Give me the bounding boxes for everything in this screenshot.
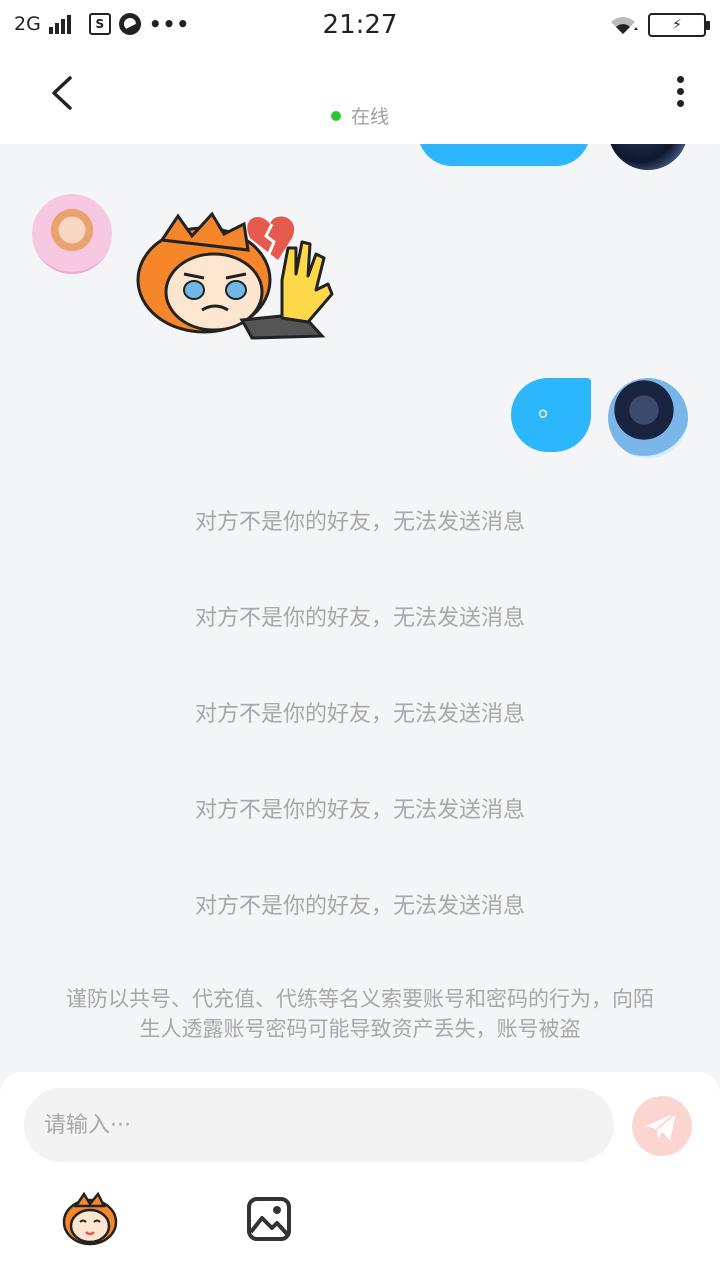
my-message-bubble[interactable]: 。 bbox=[511, 378, 591, 452]
system-notice: 对方不是你的好友，无法发送消息 bbox=[194, 510, 525, 535]
my-avatar[interactable] bbox=[608, 144, 688, 170]
status-right: ⚡ bbox=[608, 13, 710, 37]
system-notice: 对方不是你的好友，无法发送消息 bbox=[194, 702, 525, 727]
emoji-mascot-icon[interactable] bbox=[60, 1192, 120, 1246]
battery-icon: ⚡ bbox=[648, 13, 710, 37]
online-dot-icon bbox=[330, 110, 341, 121]
system-notice: 对方不是你的好友，无法发送消息 bbox=[194, 798, 525, 823]
wifi-icon bbox=[611, 17, 638, 34]
chat-messages[interactable]: 。 对方不是你的好友，无法发送消息 对方不是你的好友，无法发送消息 对方不是你的… bbox=[0, 144, 720, 1074]
chat-header: 在线 bbox=[0, 50, 720, 144]
more-options-icon[interactable] bbox=[668, 76, 692, 116]
system-notice: 对方不是你的好友，无法发送消息 bbox=[194, 606, 525, 631]
my-avatar[interactable] bbox=[608, 378, 688, 458]
message-text: 。 bbox=[537, 393, 564, 423]
friend-avatar[interactable] bbox=[32, 194, 112, 274]
online-status-label: 在线 bbox=[350, 106, 389, 128]
message-input[interactable] bbox=[24, 1088, 614, 1162]
paper-plane-icon bbox=[646, 1112, 677, 1140]
status-bar: 2G S ••• 21:27 ⚡ bbox=[0, 0, 720, 50]
my-message-bubble[interactable] bbox=[418, 144, 590, 166]
system-notice: 对方不是你的好友，无法发送消息 bbox=[194, 894, 525, 919]
crying-sticker-icon[interactable] bbox=[132, 210, 342, 340]
send-button[interactable] bbox=[632, 1096, 692, 1156]
online-status: 在线 bbox=[0, 102, 720, 129]
image-icon[interactable] bbox=[246, 1196, 292, 1242]
security-warning: 谨防以共号、代充值、代练等名义索要账号和密码的行为，向陌生人透露账号密码可能导致… bbox=[66, 987, 654, 1041]
composer-panel bbox=[0, 1072, 720, 1280]
